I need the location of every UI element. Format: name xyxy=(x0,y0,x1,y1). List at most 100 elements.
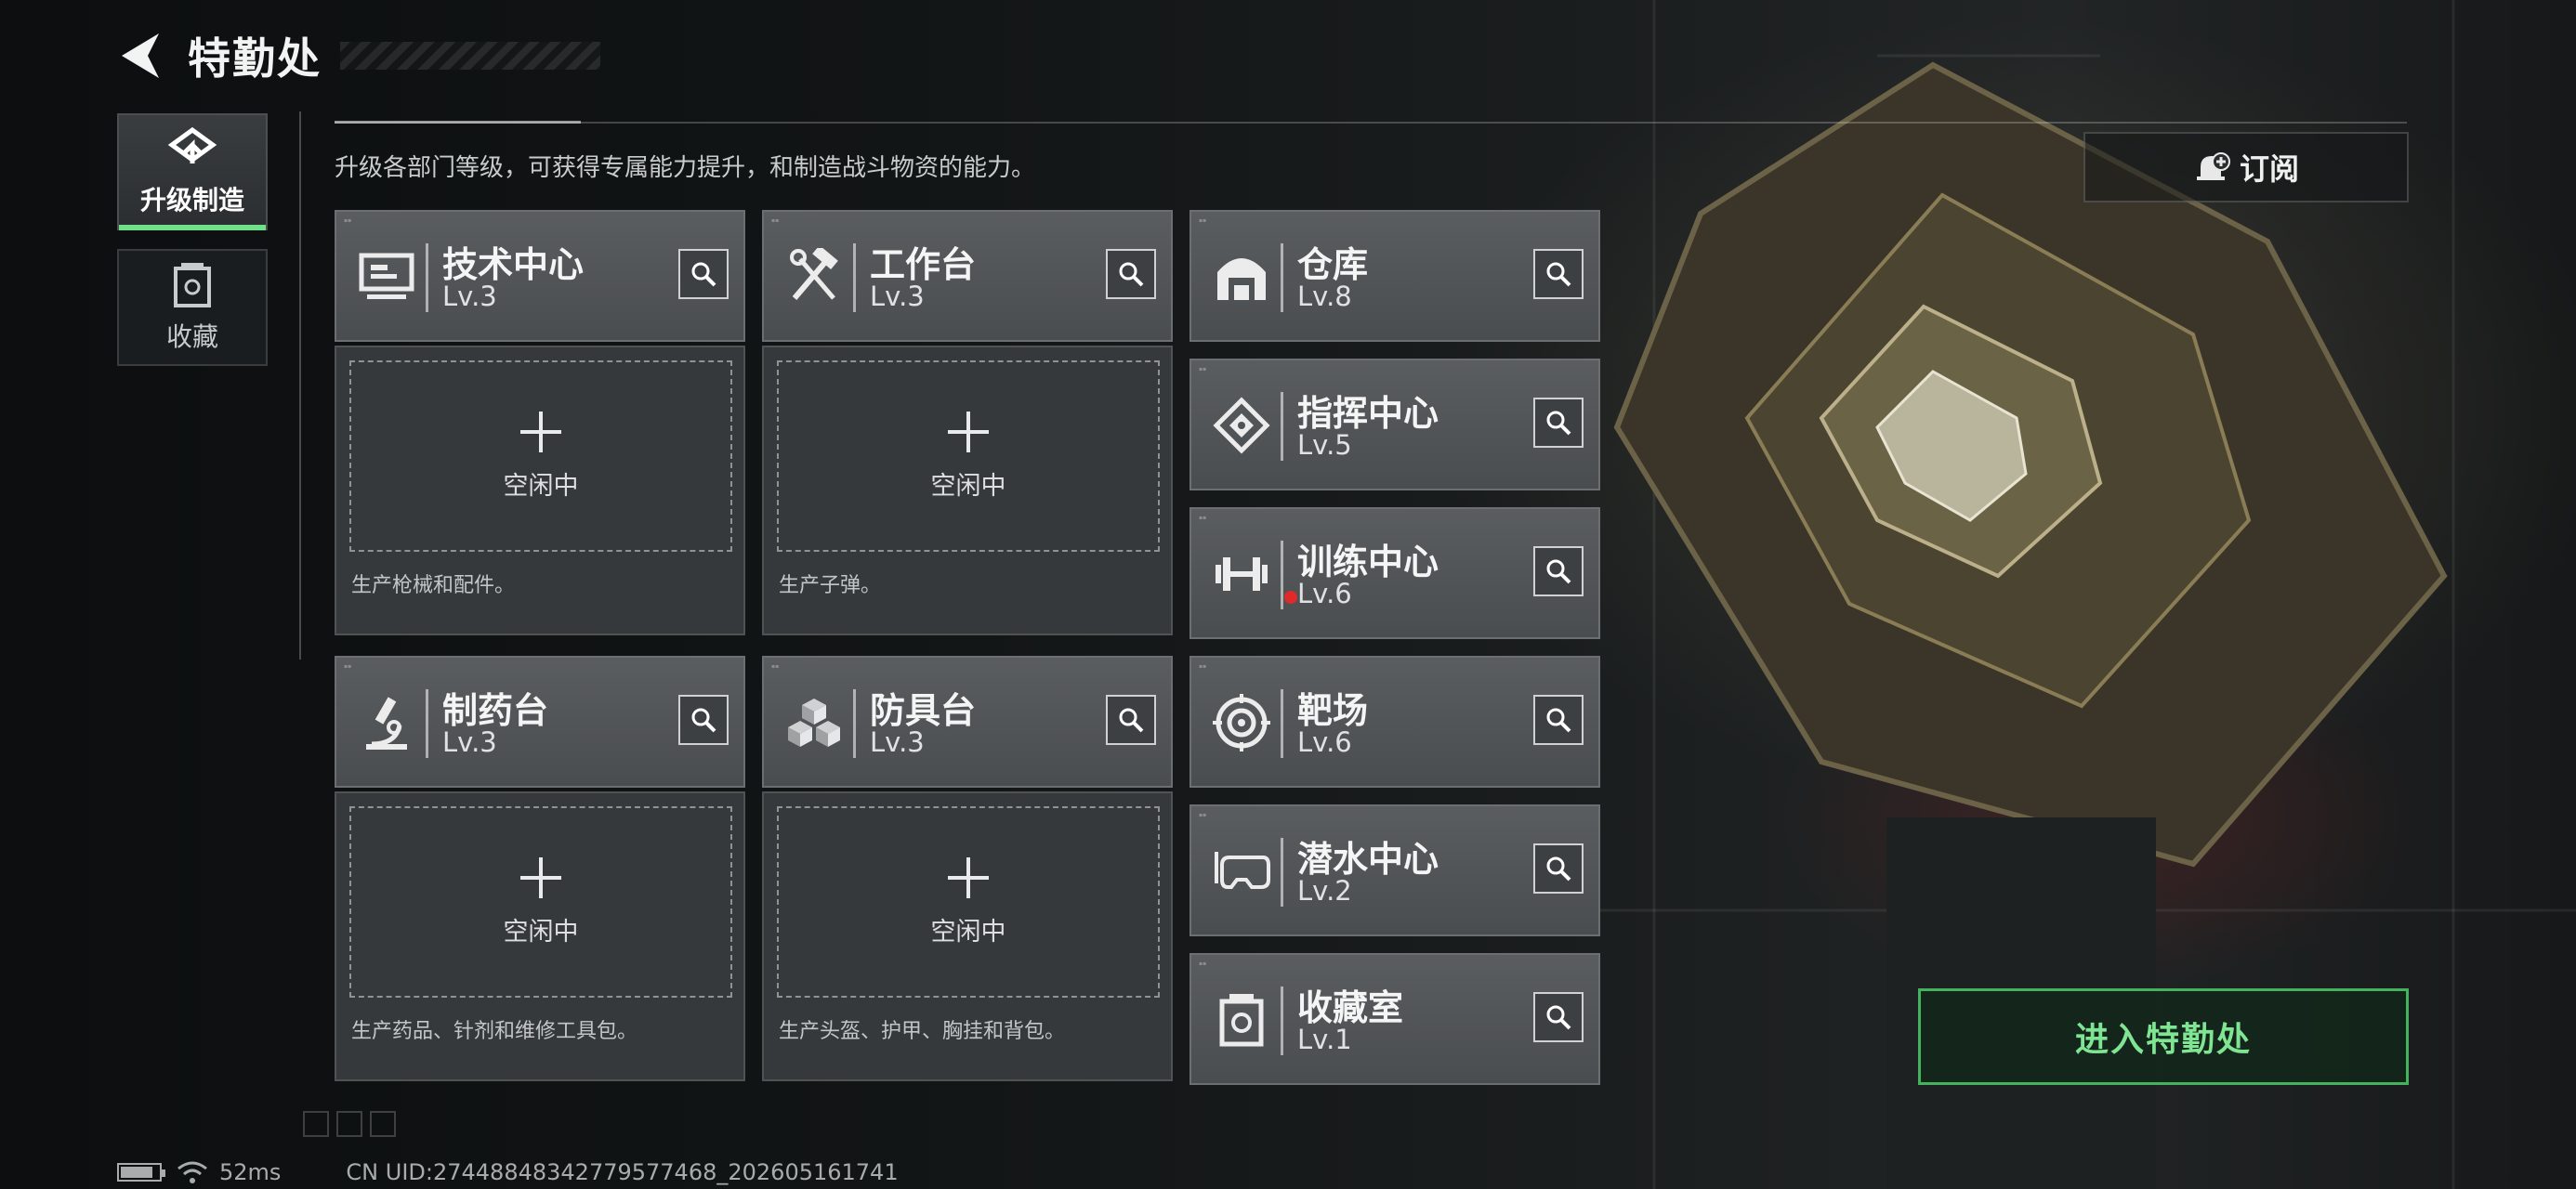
card-divider xyxy=(426,243,428,312)
production-panel-workbench: 空闲中 生产子弹。 xyxy=(762,346,1173,635)
card-corner-mark: ▪▪ xyxy=(1199,515,1207,521)
inspect-button[interactable] xyxy=(1533,249,1584,299)
slot-description: 生产头盔、护甲、胸挂和背包。 xyxy=(779,1020,1066,1043)
inspect-button[interactable] xyxy=(678,695,729,745)
module-name: 仓库 xyxy=(1297,244,1369,285)
search-icon xyxy=(1546,1005,1571,1030)
module-level: Lv.6 xyxy=(1297,578,1352,609)
tab-collection[interactable]: 收藏 xyxy=(117,249,268,366)
slot-description: 生产子弹。 xyxy=(779,574,882,597)
search-icon xyxy=(691,262,716,287)
module-name: 潜水中心 xyxy=(1297,839,1439,880)
user-uid: CN UID:27448848342779577468_202605161741 xyxy=(346,1159,899,1185)
tab-upgrade-manufacture[interactable]: 升级制造 xyxy=(117,113,268,230)
inspect-button[interactable] xyxy=(678,249,729,299)
hammer-wrench-icon xyxy=(777,240,851,314)
subscribe-button[interactable]: 订阅 xyxy=(2083,132,2409,203)
production-slot[interactable]: 空闲中 xyxy=(349,806,732,998)
card-corner-mark: ▪▪ xyxy=(1199,366,1207,372)
tab-upgrade-label: 升级制造 xyxy=(139,185,244,216)
production-panel-pharmacy: 空闲中 生产药品、针剂和维修工具包。 xyxy=(335,791,745,1081)
search-icon xyxy=(691,708,716,733)
bell-add-icon xyxy=(2196,152,2230,180)
top-rule xyxy=(335,122,2407,124)
card-divider xyxy=(853,689,856,758)
upgrade-gear-icon xyxy=(167,126,217,163)
slot-status: 空闲中 xyxy=(930,917,1006,947)
computer-icon xyxy=(349,240,424,314)
card-divider xyxy=(1281,838,1283,907)
module-card-tech-center[interactable]: ▪▪ 技术中心 Lv.3 xyxy=(335,210,745,342)
module-card-pharmacy[interactable]: ▪▪ 制药台 Lv.3 xyxy=(335,656,745,788)
module-name: 防具台 xyxy=(870,690,977,731)
module-level: Lv.3 xyxy=(870,726,925,758)
card-divider xyxy=(1281,243,1283,312)
card-divider xyxy=(853,243,856,312)
inspect-button[interactable] xyxy=(1533,695,1584,745)
module-card-warehouse[interactable]: ▪▪ 仓库 Lv.8 xyxy=(1189,210,1600,342)
armor-cubes-icon xyxy=(777,686,851,760)
production-slot[interactable]: 空闲中 xyxy=(349,360,732,552)
target-icon xyxy=(1204,686,1279,760)
slot-status: 空闲中 xyxy=(503,471,579,501)
production-slot[interactable]: 空闲中 xyxy=(777,360,1160,552)
card-divider xyxy=(426,689,428,758)
inspect-button[interactable] xyxy=(1533,843,1584,894)
slot-status: 空闲中 xyxy=(503,917,579,947)
rail-divider xyxy=(299,111,301,660)
search-icon xyxy=(1546,856,1571,882)
module-name: 工作台 xyxy=(870,244,977,285)
battery-icon xyxy=(117,1163,165,1182)
card-divider xyxy=(1281,392,1283,461)
back-arrow-icon xyxy=(122,33,159,78)
plus-icon xyxy=(948,411,989,452)
page-title: 特勤处 xyxy=(188,33,322,84)
card-corner-mark: ▪▪ xyxy=(344,217,352,224)
module-level: Lv.3 xyxy=(870,281,925,312)
module-card-armor-bench[interactable]: ▪▪ 防具台 Lv.3 xyxy=(762,656,1173,788)
module-name: 收藏室 xyxy=(1297,987,1404,1028)
inspect-button[interactable] xyxy=(1106,695,1156,745)
module-level: Lv.6 xyxy=(1297,726,1352,758)
slot-description: 生产药品、针剂和维修工具包。 xyxy=(351,1020,638,1043)
inspect-button[interactable] xyxy=(1106,249,1156,299)
module-level: Lv.5 xyxy=(1297,429,1352,461)
card-divider xyxy=(1281,986,1283,1055)
plus-icon xyxy=(520,856,561,898)
enter-special-ops-button[interactable]: 进入特勤处 xyxy=(1918,988,2409,1085)
inspect-button[interactable] xyxy=(1533,546,1584,596)
dumbbell-icon xyxy=(1204,537,1279,611)
alert-dot xyxy=(1284,591,1297,604)
back-button[interactable] xyxy=(117,30,164,82)
module-card-training-center[interactable]: ▪▪ 训练中心 Lv.6 xyxy=(1189,507,1600,639)
search-icon xyxy=(1119,262,1144,287)
plus-icon xyxy=(520,411,561,452)
module-name: 指挥中心 xyxy=(1297,393,1439,434)
search-icon xyxy=(1546,411,1571,436)
module-card-shooting-range[interactable]: ▪▪ 靶场 Lv.6 xyxy=(1189,656,1600,788)
module-level: Lv.3 xyxy=(442,726,497,758)
header: 特勤处 xyxy=(117,26,600,85)
module-card-collection-room[interactable]: ▪▪ 收藏室 Lv.1 xyxy=(1189,953,1600,1085)
inspect-button[interactable] xyxy=(1533,992,1584,1042)
ping-value: 52ms xyxy=(219,1159,282,1185)
active-tab-indicator xyxy=(119,225,266,230)
status-bar: 52ms CN UID:27448848342779577468_2026051… xyxy=(117,1159,899,1185)
search-icon xyxy=(1546,559,1571,584)
card-divider xyxy=(1281,541,1283,609)
card-corner-mark: ▪▪ xyxy=(1199,217,1207,224)
production-panel-tech-center: 空闲中 生产枪械和配件。 xyxy=(335,346,745,635)
enter-button-label: 进入特勤处 xyxy=(2074,1021,2252,1059)
microscope-icon xyxy=(349,686,424,760)
module-card-workbench[interactable]: ▪▪ 工作台 Lv.3 xyxy=(762,210,1173,342)
module-card-diving-center[interactable]: ▪▪ 潜水中心 Lv.2 xyxy=(1189,804,1600,936)
diving-mask-icon xyxy=(1204,834,1279,908)
wifi-icon xyxy=(177,1161,207,1183)
module-card-command-center[interactable]: ▪▪ 指挥中心 Lv.5 xyxy=(1189,359,1600,490)
module-name: 训练中心 xyxy=(1297,542,1439,582)
search-icon xyxy=(1119,708,1144,733)
inspect-button[interactable] xyxy=(1533,398,1584,448)
production-panel-armor-bench: 空闲中 生产头盔、护甲、胸挂和背包。 xyxy=(762,791,1173,1081)
production-slot[interactable]: 空闲中 xyxy=(777,806,1160,998)
card-corner-mark: ▪▪ xyxy=(1199,812,1207,818)
